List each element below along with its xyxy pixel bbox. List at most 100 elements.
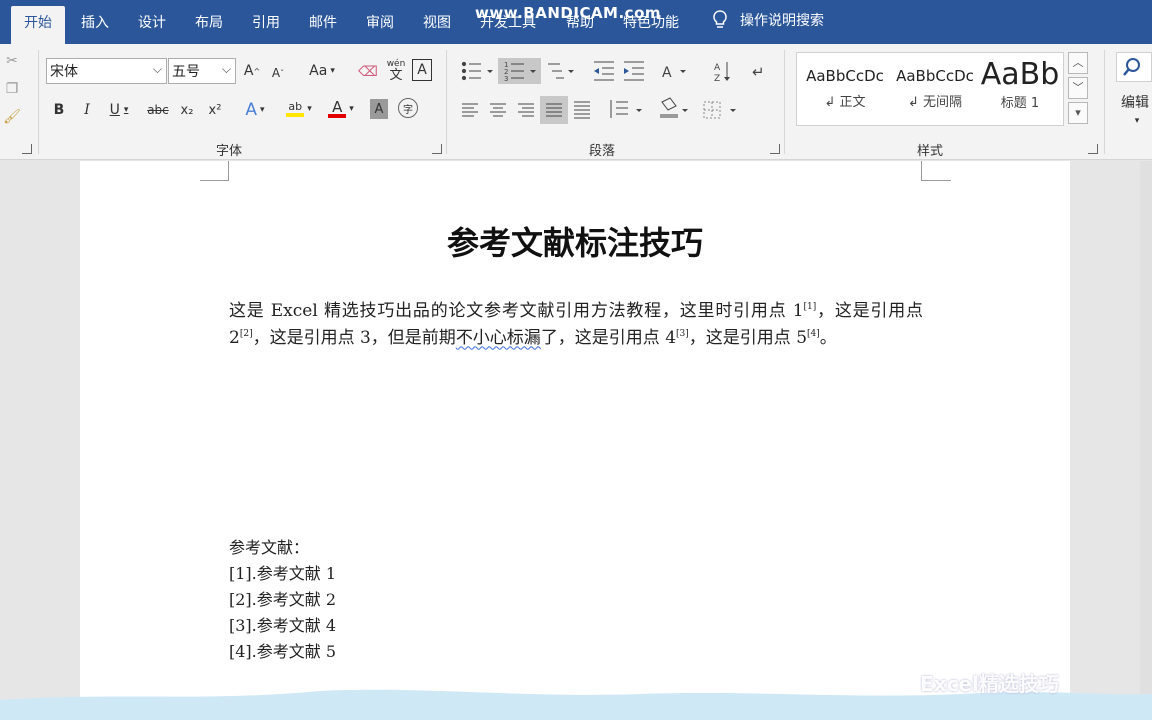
borders-icon[interactable] [703,101,736,119]
text-run: ，这是引用点 5 [688,327,808,348]
style-heading1-name: 标题 1 [1000,96,1040,111]
body-paragraph[interactable]: 这是 Excel 精选技巧出品的论文参考文献引用方法教程，这里时引用点 1[1]… [229,298,923,351]
text-run: ，这是引用点 3，但是前期 [252,327,456,348]
reference-item: [3].参考文献 4 [229,616,337,635]
font-launcher-icon[interactable] [432,144,442,154]
sort-icon[interactable]: AZ [714,62,730,84]
corner-logo-watermark: Excel精选技巧 [920,672,1059,696]
text-effects-button[interactable]: A ▾ [240,98,270,122]
gallery-down-icon[interactable]: ﹀ [1068,77,1088,99]
grow-font-button[interactable]: A ^ [242,60,262,82]
align-center-icon[interactable] [490,103,506,117]
paragraph-launcher-icon[interactable] [770,144,780,154]
bold-button[interactable]: B [48,98,70,122]
style-normal-sample: AaBbCcDc [806,67,884,85]
superscript-glyph: x² [208,102,222,118]
strikethrough-glyph: abc [147,103,169,117]
text-run: 。 [819,327,837,348]
line-spacing-icon[interactable] [610,100,642,118]
tab-review[interactable]: 审阅 [353,6,407,44]
shading-icon[interactable] [660,97,688,118]
tab-references[interactable]: 引用 [239,6,293,44]
decrease-indent-icon[interactable] [594,61,614,81]
lightbulb-icon [713,10,727,28]
group-separator [38,50,39,154]
tab-mailings[interactable]: 邮件 [296,6,350,44]
superscript-button[interactable]: x² [204,98,226,122]
chinese-layout-icon[interactable]: A [662,65,686,81]
ribbon-tab-bar: 开始 插入 设计 布局 引用 邮件 审阅 视图 开发工具 帮助 特色功能 www… [0,0,1152,44]
bold-glyph: B [53,102,65,118]
find-button[interactable] [1116,52,1152,82]
citation-mark: [2] [239,328,253,339]
justify-pressed-bg [540,96,568,124]
italic-glyph: I [84,102,90,118]
font-size-combo[interactable]: 五号 ⌵ [168,58,236,84]
align-left-icon[interactable] [462,103,478,117]
multilevel-list-icon[interactable] [548,63,574,79]
ribbon: ✂ ❐ 🖌 宋体 ⌵ 五号 ⌵ A ^ Aˇ Aa ▾ ⌫ wén 文 A B I … [0,44,1152,160]
underline-button[interactable]: U ▾ [104,98,134,122]
tell-me-label: 操作说明搜索 [740,13,824,29]
subscript-button[interactable]: x₂ [176,98,198,122]
tab-home[interactable]: 开始 [11,6,65,44]
cut-icon[interactable]: ✂ [2,50,22,72]
italic-button[interactable]: I [76,98,98,122]
clear-format-icon[interactable]: ⌫ [356,60,380,84]
highlighter-icon: ab [286,101,305,117]
group-separator [1104,50,1105,154]
distributed-icon[interactable] [574,101,590,119]
svg-text:Z: Z [714,74,720,84]
clipboard-launcher-icon[interactable] [22,144,32,154]
group-separator [446,50,447,154]
character-border-button[interactable]: A [412,59,432,81]
references-list[interactable]: 参考文献： [1].参考文献 1 [2].参考文献 2 [3].参考文献 4 [… [229,535,336,665]
show-marks-icon[interactable]: ↵ [752,63,765,81]
phonetic-guide-button[interactable]: wén 文 [384,56,408,84]
bullets-icon[interactable] [461,61,493,81]
tab-view[interactable]: 视图 [410,6,464,44]
citation-mark: [3] [676,328,689,339]
enclose-characters-button[interactable]: 字 [398,98,418,118]
tab-layout[interactable]: 布局 [182,6,236,44]
change-case-button[interactable]: Aa ▾ [304,60,340,82]
tab-design[interactable]: 设计 [125,6,179,44]
recorder-watermark: www.BANDICAM.com [475,4,662,22]
grow-font-glyph: A [243,63,254,79]
font-name-combo[interactable]: 宋体 ⌵ [46,58,167,84]
gallery-up-icon[interactable]: ︿ [1068,52,1088,74]
increase-indent-icon[interactable] [624,61,644,81]
strikethrough-button[interactable]: abc [144,98,172,122]
style-no-spacing[interactable]: AaBbCcDc ↲ 无间隔 [889,53,981,125]
font-color-button[interactable]: A ▾ [324,96,358,122]
reference-item: [2].参考文献 2 [229,590,337,609]
format-painter-icon[interactable]: 🖌 [2,106,22,128]
style-heading1-sample: AaBb [980,57,1060,92]
chevron-down-icon: ⌵ [152,62,162,76]
styles-launcher-icon[interactable] [1088,144,1098,154]
align-right-icon[interactable] [518,103,534,117]
tell-me-search[interactable]: 操作说明搜索 [712,10,824,30]
spellcheck-flagged-text: 不小心标漏 [455,327,541,348]
character-shading-button[interactable]: A [370,99,388,119]
document-title[interactable]: 参考文献标注技巧 [80,218,1070,264]
scrollbar[interactable] [1140,161,1152,720]
margin-corner-mark [921,161,951,181]
highlight-button[interactable]: ab ▾ [282,96,316,122]
citation-mark: [4] [807,328,820,339]
shrink-font-button[interactable]: Aˇ [268,62,288,84]
phonetic-char: 文 [389,68,403,83]
gallery-more-icon[interactable]: ▾ [1068,102,1088,124]
editing-label[interactable]: 编辑 [1118,92,1152,112]
font-color-icon: A [328,100,347,118]
style-heading1[interactable]: AaBb 标题 1 [977,53,1063,125]
change-case-glyph: Aa [309,63,328,79]
character-border-glyph: A [417,62,427,78]
editing-dropdown-icon[interactable]: ▾ [1130,114,1144,128]
styles-gallery: AaBbCcDc ↲ 正文 AaBbCcDc ↲ 无间隔 AaBb 标题 1 [796,52,1064,126]
copy-icon[interactable]: ❐ [2,78,22,100]
margin-corner-mark [200,161,229,181]
text-effects-glyph: A [245,100,258,120]
tab-insert[interactable]: 插入 [68,6,122,44]
style-normal[interactable]: AaBbCcDc ↲ 正文 [799,53,891,125]
